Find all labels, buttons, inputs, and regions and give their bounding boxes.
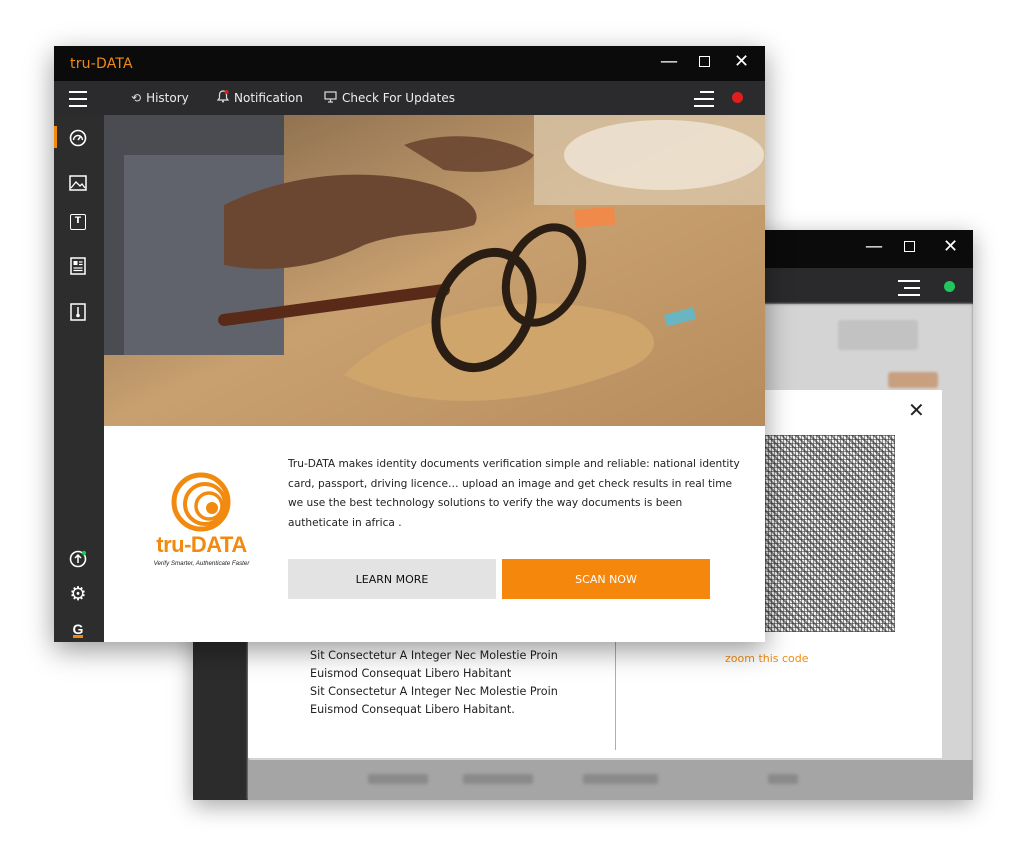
- scan-now-button[interactable]: SCAN NOW: [502, 559, 710, 599]
- zoom-code-link[interactable]: zoom this code: [725, 652, 809, 665]
- check-updates-label: Check For Updates: [342, 91, 456, 105]
- minimize-button[interactable]: —: [660, 53, 678, 71]
- blurred-badge: [888, 372, 938, 388]
- upload-svg: [69, 550, 87, 568]
- status-dot: [732, 92, 743, 103]
- menu-lines-icon[interactable]: [694, 91, 714, 107]
- toolbar: ⟲ History Notification Check For Updates: [54, 81, 765, 115]
- title-bar: tru-DATA — ✕: [54, 46, 765, 81]
- close-button[interactable]: ✕: [734, 53, 749, 71]
- back-menu-lines-icon[interactable]: [898, 280, 920, 301]
- monitor-icon-svg: [324, 90, 337, 103]
- back-status-dot: [944, 281, 955, 292]
- check-updates-button[interactable]: Check For Updates: [324, 81, 455, 115]
- document-icon[interactable]: [68, 256, 88, 276]
- tru-data-logo: tru-DATA Verify Smarter, Authenticate Fa…: [139, 470, 264, 570]
- logo-mark-icon: [171, 472, 231, 532]
- g-logo-icon[interactable]: G: [68, 620, 88, 640]
- blurred-text: [368, 774, 428, 784]
- modal-text-line: Sit Consectetur A Integer Nec Molestie P…: [310, 649, 558, 662]
- learn-more-button[interactable]: LEARN MORE: [288, 559, 496, 599]
- blurred-field: [838, 320, 918, 350]
- hamburger-menu-icon[interactable]: [69, 91, 87, 107]
- app-title: tru-DATA: [70, 56, 133, 72]
- description-line: card, passport, driving licence… upload …: [288, 477, 733, 490]
- active-indicator: [54, 126, 57, 148]
- image-icon[interactable]: [68, 173, 88, 193]
- maximize-button[interactable]: [699, 56, 710, 67]
- description-text: Tru-DATA makes identity documents verifi…: [288, 455, 748, 533]
- modal-text-block: Sit Consectetur A Integer Nec Molestie P…: [310, 647, 610, 719]
- back-bottom-bar: [248, 760, 973, 800]
- thermometer-svg: [70, 303, 86, 321]
- modal-close-button[interactable]: ✕: [908, 398, 925, 422]
- hero-image: [104, 115, 765, 426]
- upload-icon[interactable]: [68, 549, 88, 569]
- modal-text-line: Euismod Consequat Libero Habitant.: [310, 703, 515, 716]
- speedometer-icon[interactable]: [68, 128, 88, 148]
- speedometer-svg: [69, 129, 87, 147]
- back-maximize-button[interactable]: [904, 241, 915, 252]
- back-close-button[interactable]: ✕: [943, 238, 958, 256]
- info-panel: tru-DATA Verify Smarter, Authenticate Fa…: [104, 426, 765, 642]
- blurred-text: [463, 774, 533, 784]
- main-window: tru-DATA — ✕ ⟲ History Notification Chec…: [54, 46, 765, 642]
- notification-label: Notification: [234, 91, 303, 105]
- notification-button[interactable]: Notification: [216, 81, 303, 115]
- history-label: History: [146, 91, 189, 105]
- blurred-text: [583, 774, 658, 784]
- bell-icon: [216, 90, 230, 106]
- description-line: Tru-DATA makes identity documents verifi…: [288, 458, 740, 470]
- document-svg: [70, 257, 86, 275]
- back-minimize-button[interactable]: —: [865, 238, 883, 256]
- modal-text-line: Euismod Consequat Libero Habitant: [310, 667, 512, 680]
- image-svg: [69, 175, 87, 191]
- qr-code-image: [765, 435, 895, 632]
- monitor-icon: [324, 90, 337, 106]
- settings-icon[interactable]: ⚙: [68, 583, 88, 605]
- text-icon[interactable]: T: [68, 212, 88, 232]
- bell-icon-svg: [216, 90, 230, 103]
- history-icon: ⟲: [131, 91, 142, 105]
- logo-tagline: Verify Smarter, Authenticate Faster: [153, 560, 250, 567]
- logo-wordmark: tru-DATA: [156, 532, 247, 557]
- description-line: we use the best technology solutions to …: [288, 497, 683, 509]
- g-logo-letter: G: [72, 620, 84, 638]
- history-button[interactable]: ⟲ History: [131, 81, 189, 115]
- description-line: autheticate in africa .: [288, 516, 402, 529]
- text-icon-box: T: [70, 214, 86, 230]
- blurred-text: [768, 774, 798, 784]
- thermometer-icon[interactable]: [68, 302, 88, 322]
- modal-text-line: Sit Consectetur A Integer Nec Molestie P…: [310, 685, 558, 698]
- sidebar: T ⚙ G: [54, 115, 104, 642]
- hero-photo-illustration: [104, 115, 765, 426]
